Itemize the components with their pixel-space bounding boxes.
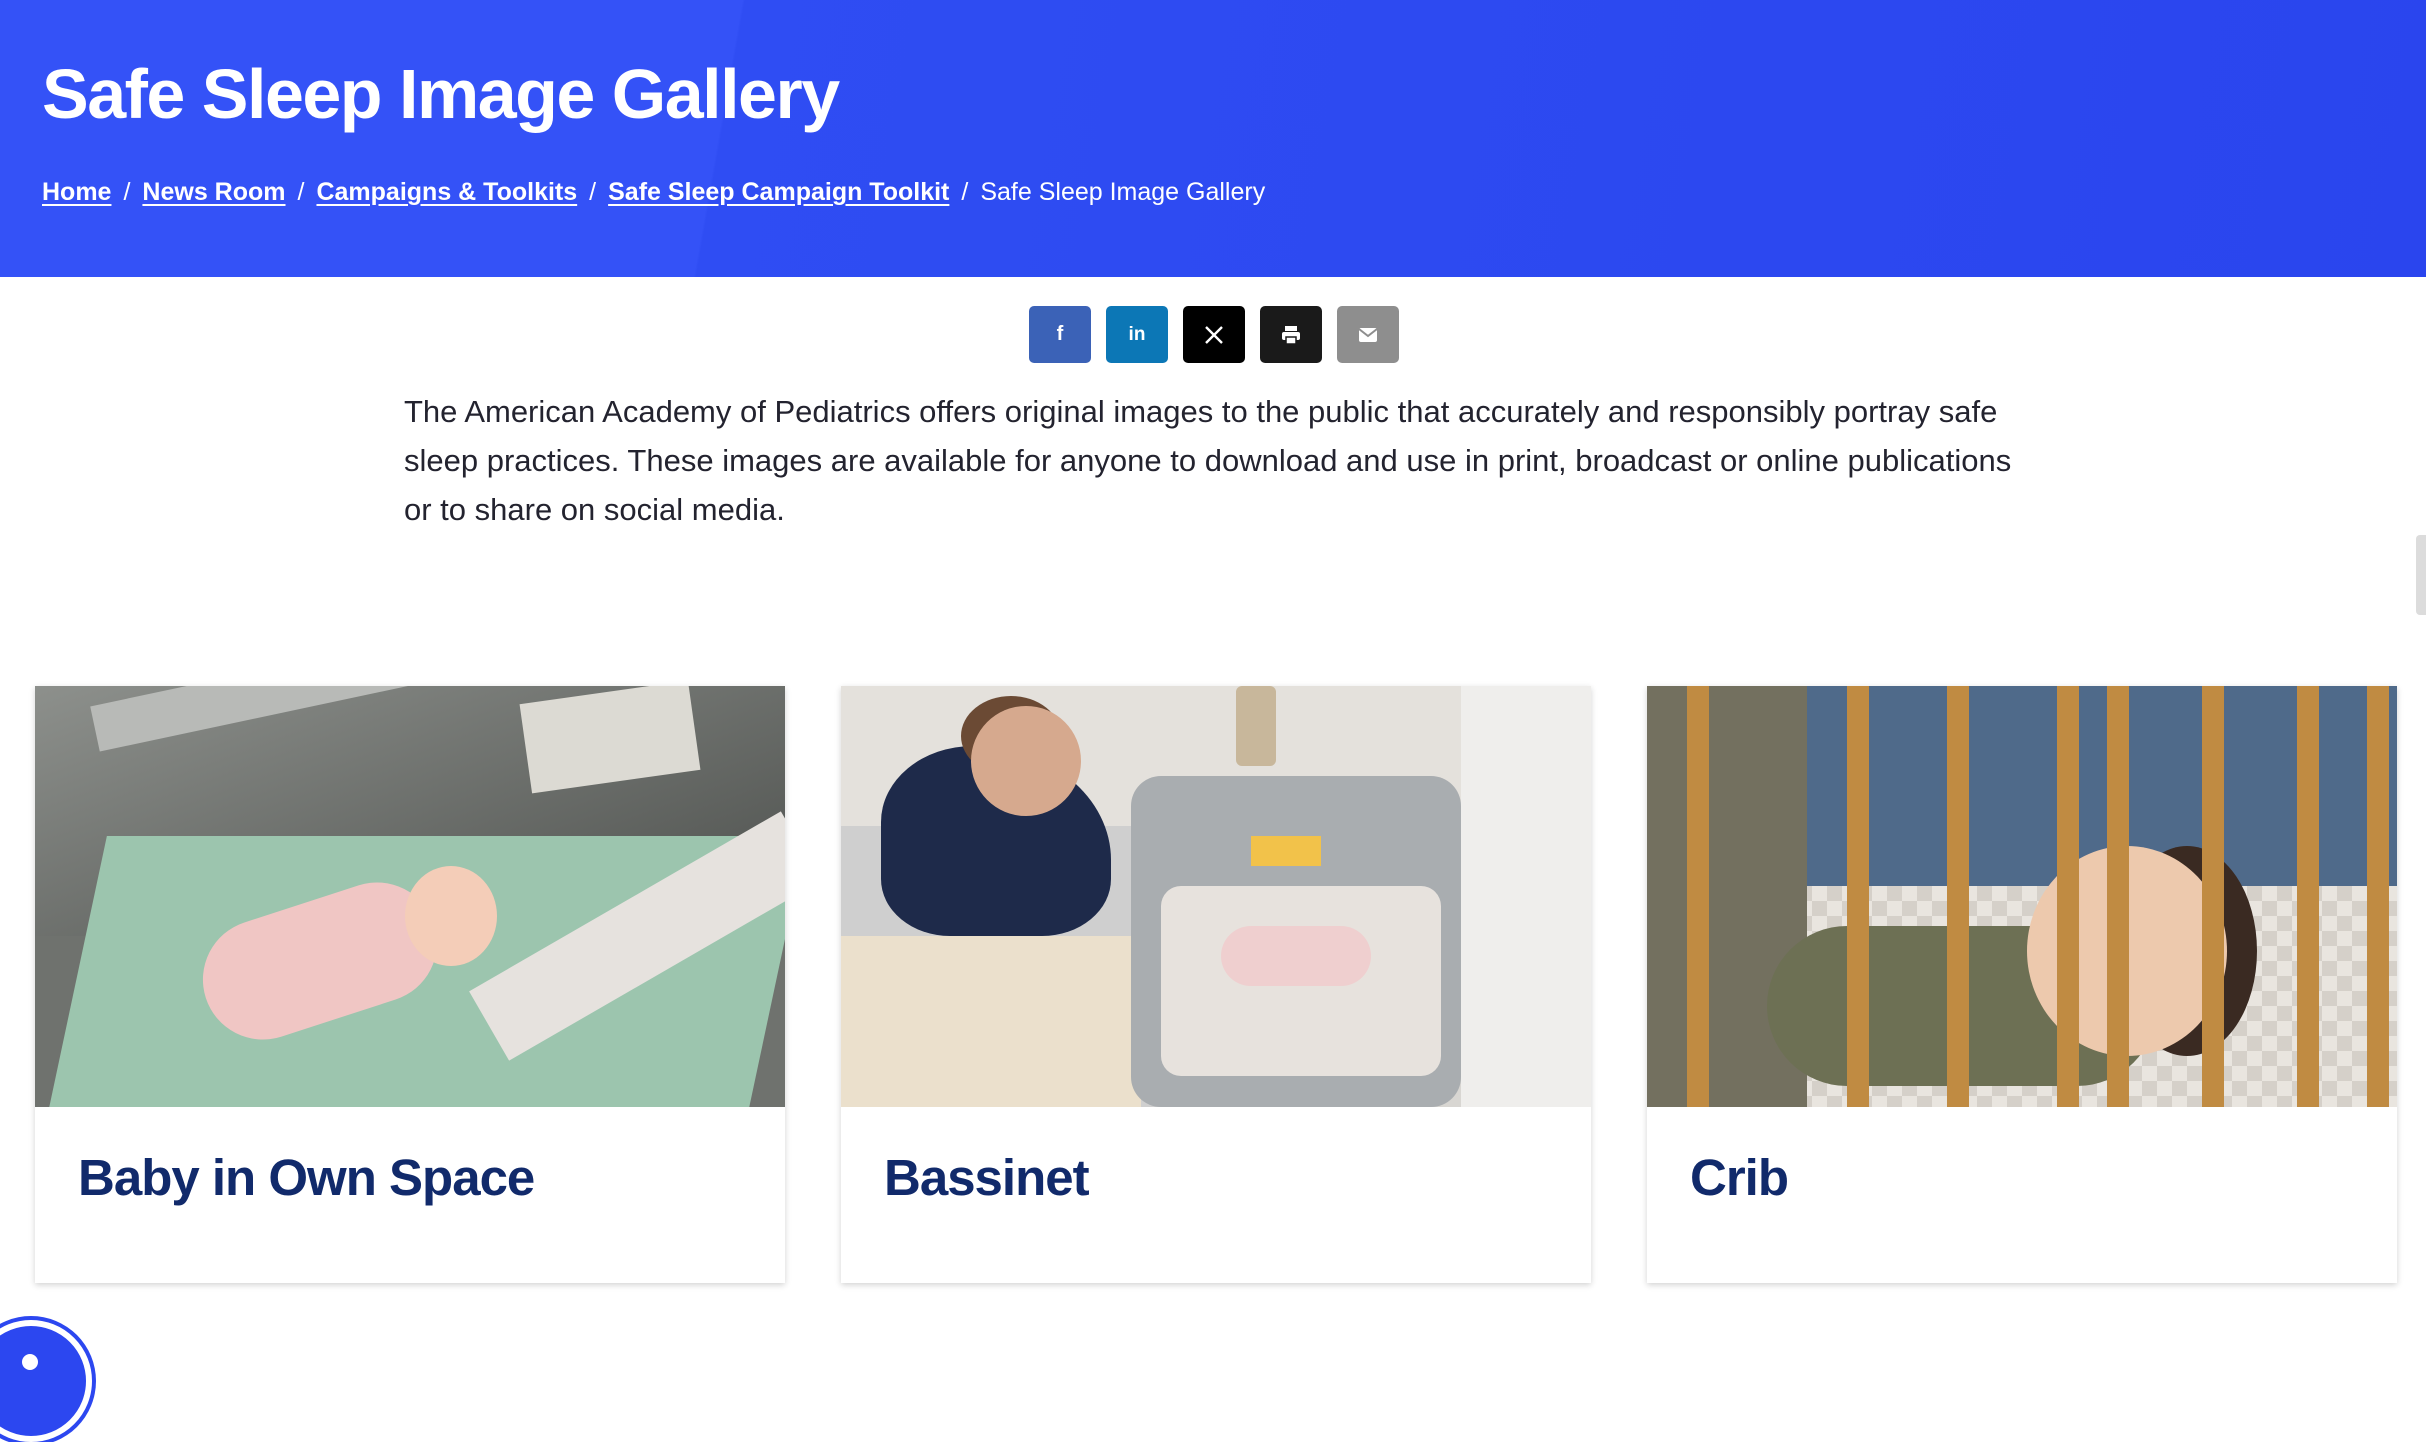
card-title[interactable]: Bassinet [884, 1148, 1090, 1207]
gallery-card-crib[interactable]: Crib [1647, 686, 2397, 1283]
side-scroll-tab[interactable] [2416, 535, 2426, 615]
breadcrumb-news-room-link[interactable]: News Room [142, 178, 285, 207]
linkedin-icon: in [1128, 323, 1146, 345]
accessibility-button[interactable] [0, 1320, 92, 1442]
email-icon [1358, 327, 1378, 342]
linkedin-share-button[interactable]: in [1106, 306, 1168, 363]
page-title: Safe Sleep Image Gallery [42, 55, 840, 133]
breadcrumb-campaigns-link[interactable]: Campaigns & Toolkits [316, 178, 577, 207]
bassinet-image [841, 686, 1591, 1107]
share-toolbar: f in [1029, 306, 1399, 363]
breadcrumb-separator: / [123, 178, 131, 206]
breadcrumb-toolkit-link[interactable]: Safe Sleep Campaign Toolkit [608, 178, 949, 207]
card-title[interactable]: Crib [1690, 1148, 1789, 1207]
print-icon [1282, 325, 1300, 345]
gallery-grid: Baby in Own Space Bassinet Crib [35, 686, 2397, 1283]
breadcrumb-current: Safe Sleep Image Gallery [980, 178, 1266, 206]
facebook-icon: f [1056, 323, 1064, 345]
x-share-button[interactable] [1183, 306, 1245, 363]
intro-paragraph: The American Academy of Pediatrics offer… [404, 394, 2012, 527]
breadcrumb: Home / News Room / Campaigns & Toolkits … [42, 178, 1265, 207]
print-button[interactable] [1260, 306, 1322, 363]
breadcrumb-separator: / [297, 178, 305, 206]
facebook-share-button[interactable]: f [1029, 306, 1091, 363]
x-icon [1205, 325, 1223, 344]
card-title[interactable]: Baby in Own Space [78, 1148, 535, 1207]
gallery-card-bassinet[interactable]: Bassinet [841, 686, 1591, 1283]
page-header: Safe Sleep Image Gallery Home / News Roo… [0, 0, 2426, 277]
baby-in-playpen-image [35, 686, 785, 1107]
email-share-button[interactable] [1337, 306, 1399, 363]
gallery-card-baby-in-own-space[interactable]: Baby in Own Space [35, 686, 785, 1283]
crib-image [1647, 686, 2397, 1107]
accessibility-icon [22, 1354, 38, 1370]
breadcrumb-separator: / [589, 178, 597, 206]
breadcrumb-home-link[interactable]: Home [42, 178, 111, 207]
breadcrumb-separator: / [961, 178, 969, 206]
